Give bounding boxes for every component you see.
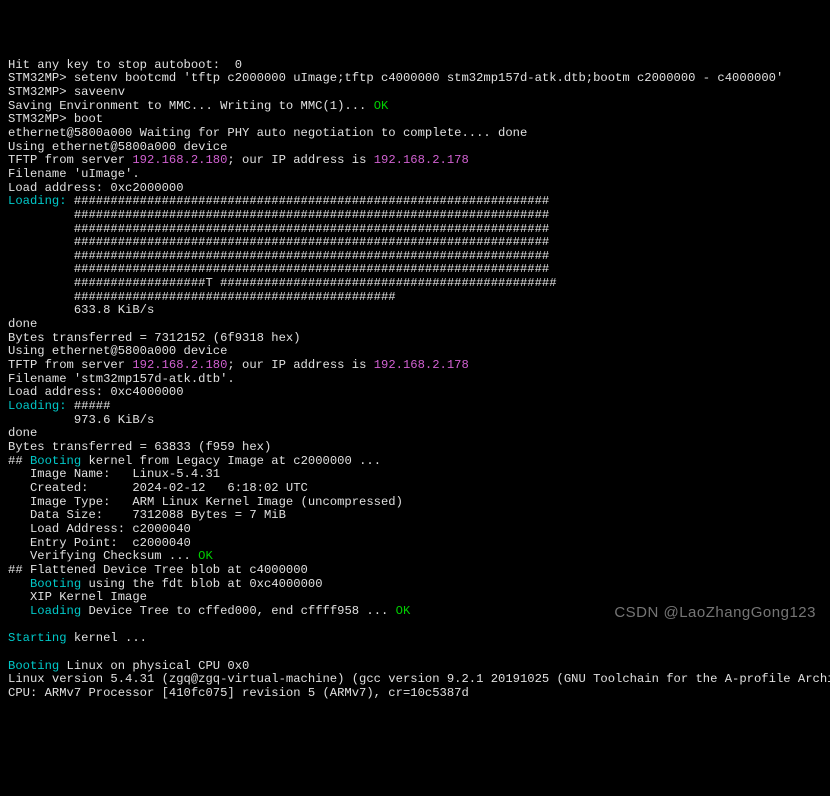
progress: ##################T ####################… [8, 276, 557, 290]
line: Filename 'stm32mp157d-atk.dtb'. [8, 372, 235, 386]
line: TFTP from server [8, 358, 132, 372]
progress: ########################################… [8, 262, 549, 276]
booting-label: Booting [8, 659, 59, 673]
progress: ##### [74, 399, 111, 413]
line: Linux version 5.4.31 (zgq@zgq-virtual-ma… [8, 672, 830, 686]
line: Linux on physical CPU 0x0 [59, 659, 249, 673]
ip-server: 192.168.2.180 [132, 153, 227, 167]
line: Data Size: 7312088 Bytes = 7 MiB [8, 508, 286, 522]
line [8, 604, 30, 618]
line: Saving Environment to MMC... Writing to … [8, 99, 374, 113]
line: ## [8, 454, 30, 468]
line: Bytes transferred = 7312152 (6f9318 hex) [8, 331, 301, 345]
status-ok: OK [198, 549, 213, 563]
line: Device Tree to cffed000, end cffff958 ..… [81, 604, 396, 618]
line: Image Name: Linux-5.4.31 [8, 467, 220, 481]
line: ; our IP address is [227, 153, 373, 167]
line: TFTP from server [8, 153, 132, 167]
line: Entry Point: c2000040 [8, 536, 191, 550]
loading-label: Loading: [8, 399, 74, 413]
prompt: STM32MP> [8, 112, 74, 126]
loading-label: Loading: [8, 194, 74, 208]
command: setenv bootcmd 'tftp c2000000 uImage;tft… [74, 71, 783, 85]
line [8, 577, 30, 591]
terminal-output[interactable]: Hit any key to stop autoboot: 0 STM32MP>… [8, 59, 822, 701]
line: done [8, 426, 37, 440]
booting-label: Booting [30, 577, 81, 591]
ip-client: 192.168.2.178 [374, 153, 469, 167]
line: Image Type: ARM Linux Kernel Image (unco… [8, 495, 403, 509]
line: Load Address: c2000040 [8, 522, 191, 536]
line: Load address: 0xc2000000 [8, 181, 184, 195]
line: using the fdt blob at 0xc4000000 [81, 577, 322, 591]
line: ; our IP address is [227, 358, 373, 372]
ip-client: 192.168.2.178 [374, 358, 469, 372]
rate: 973.6 KiB/s [8, 413, 154, 427]
progress: ########################################… [74, 194, 549, 208]
line: kernel from Legacy Image at c2000000 ... [81, 454, 381, 468]
starting-label: Starting [8, 631, 67, 645]
status-ok: OK [374, 99, 389, 113]
line: XIP Kernel Image [8, 590, 147, 604]
status-ok: OK [396, 604, 411, 618]
line: Hit any key to stop autoboot: 0 [8, 58, 242, 72]
booting-label: Booting [30, 454, 81, 468]
progress: ########################################… [8, 222, 549, 236]
progress: ########################################… [8, 290, 396, 304]
line: Using ethernet@5800a000 device [8, 344, 227, 358]
command: boot [74, 112, 103, 126]
line: Filename 'uImage'. [8, 167, 140, 181]
line: kernel ... [67, 631, 147, 645]
line: ethernet@5800a000 Waiting for PHY auto n… [8, 126, 527, 140]
command: saveenv [74, 85, 125, 99]
line: Bytes transferred = 63833 (f959 hex) [8, 440, 271, 454]
loading-label: Loading [30, 604, 81, 618]
line: Using ethernet@5800a000 device [8, 140, 227, 154]
line: done [8, 317, 37, 331]
line: ## Flattened Device Tree blob at c400000… [8, 563, 308, 577]
ip-server: 192.168.2.180 [132, 358, 227, 372]
line: Load address: 0xc4000000 [8, 385, 184, 399]
line: CPU: ARMv7 Processor [410fc075] revision… [8, 686, 469, 700]
progress: ########################################… [8, 249, 549, 263]
prompt: STM32MP> [8, 71, 74, 85]
prompt: STM32MP> [8, 85, 74, 99]
line: Verifying Checksum ... [8, 549, 198, 563]
progress: ########################################… [8, 208, 549, 222]
progress: ########################################… [8, 235, 549, 249]
line: Created: 2024-02-12 6:18:02 UTC [8, 481, 308, 495]
rate: 633.8 KiB/s [8, 303, 154, 317]
